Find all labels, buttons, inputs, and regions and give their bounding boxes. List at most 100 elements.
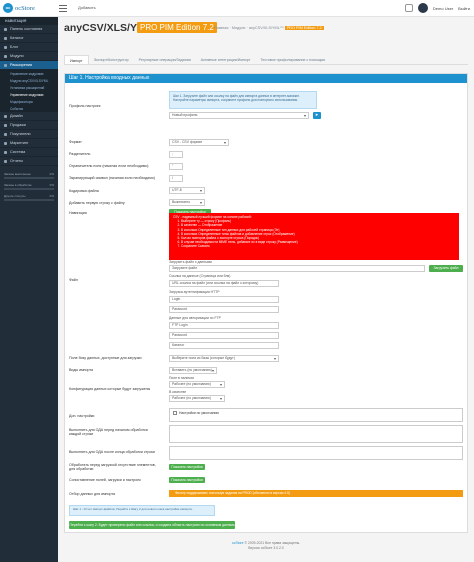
sidebar-item-icon — [4, 150, 7, 154]
encoding-label: Кодировка файла — [69, 189, 99, 193]
sidebar-item[interactable]: Расширения — [0, 61, 58, 70]
before-settings-button[interactable]: Показать настройки — [169, 464, 205, 470]
prefs-checkbox[interactable]: Настройки по умолчанию — [173, 411, 219, 415]
link-input[interactable]: URL ссылка на файл (или ссылка на файл к… — [169, 280, 279, 287]
sidebar-item[interactable]: Каталог — [0, 34, 58, 43]
auth-label: Загрузка аутентификация HTTP — [169, 290, 220, 294]
enclosure-label: Ограничитель поля (начиная если необходи… — [69, 164, 149, 168]
sidebar-item[interactable]: Покупатели — [0, 130, 58, 139]
format-select[interactable]: CSV - CSV формат — [169, 139, 229, 146]
upd-label: Конфигурация данных которые будут загруж… — [69, 387, 151, 391]
tab-item[interactable]: Импорт — [64, 55, 89, 64]
sidebar-stat: Заказы выполнены 0% — [4, 172, 54, 179]
sidebar-stat-bar — [4, 199, 54, 201]
mode-label: Виды импорта — [69, 368, 94, 372]
sidebar-item[interactable]: Модули — [0, 52, 58, 61]
sidebar-subitem[interactable]: Модификаторы — [0, 98, 58, 105]
sidebar-stat-value: 0% — [49, 183, 54, 187]
upload-button[interactable]: Загрузить файл — [429, 265, 463, 272]
enclosure-input[interactable]: " — [169, 163, 183, 170]
breadcrumb-item[interactable]: anyCSV/XLS/YML™ — [249, 26, 284, 30]
sidebar-item-label: Покупатели — [10, 132, 31, 136]
upd-sub1-label: Поле в наличии — [169, 376, 194, 380]
ta2-label: Выполнить для ОДА после конца обработки … — [69, 450, 155, 454]
sidebar-stat-bar — [4, 177, 54, 179]
add-column-label: Добавить первую строку с файлу — [69, 201, 125, 205]
next-step-button[interactable]: Перейти к шагу 2: Будет проверено файл и… — [69, 521, 235, 529]
encoding-select[interactable]: UTF-8 — [169, 187, 205, 194]
tab-item[interactable]: Экспорт/Конструктор — [89, 55, 134, 64]
sidebar-item-label: Модули — [10, 54, 24, 58]
sidebar-stats: Заказы выполнены 0% Заказы в обработке 0% Др… — [4, 172, 54, 201]
add-column-select[interactable]: Выключено — [169, 199, 205, 206]
logo-badge: oc — [3, 3, 13, 13]
ftp-path-input[interactable]: Каталог — [169, 342, 279, 349]
footer-link[interactable]: ocStore — [232, 541, 244, 545]
tab-item[interactable]: Активные интеграции/Импорт — [196, 55, 256, 64]
ftp-login-input[interactable]: FTP Login — [169, 322, 279, 329]
sidebar-subitem[interactable]: Управление модулями — [0, 70, 58, 77]
ta1-textarea[interactable] — [169, 425, 463, 443]
upd-select-1[interactable]: Рабочее (по умолчанию) — [169, 381, 225, 388]
password-input[interactable]: Password — [169, 306, 279, 313]
menu-toggle-icon[interactable] — [58, 3, 68, 13]
sidebar-stat-label: Заказы в обработке — [4, 183, 32, 187]
step-notice: Шаг 1 - Отчет импорт-файлов, Перейти к Ш… — [69, 505, 215, 516]
delimiter-input[interactable]: ; — [169, 151, 183, 158]
ta1-label: Выполнить для ОДА перед началом обработк… — [69, 428, 148, 436]
sidebar-stat-value: 0% — [49, 194, 54, 198]
ta2-textarea[interactable] — [169, 446, 463, 460]
upload-input[interactable]: Загрузите файл — [169, 265, 425, 272]
sidebar-item[interactable]: Маркетинг — [0, 139, 58, 148]
prefs-checkbox-box[interactable] — [173, 411, 177, 415]
user-name[interactable]: Demo User — [433, 6, 453, 11]
sidebar-item-label: Отчеты — [10, 159, 24, 163]
top-bar: oc ocStore Добавить Demo User Выйти — [0, 0, 474, 17]
ftp-label: Данные для авторизации по FTP — [169, 316, 221, 320]
sidebar-item[interactable]: Отчеты — [0, 157, 58, 166]
process-settings-button[interactable]: Показать настройки — [169, 477, 205, 483]
format-notice-item: Сохраните Скачать — [181, 244, 455, 248]
profile-select[interactable]: Новый профиль — [169, 112, 309, 119]
sidebar-item[interactable]: Блог — [0, 43, 58, 52]
sidebar-stat: Заказы в обработке 0% — [4, 183, 54, 190]
before-label: Обработать перед загрузкой отсутствие эл… — [69, 463, 156, 471]
mode-select[interactable]: Вставить (по умолчанию) — [169, 367, 217, 374]
tab-item[interactable]: Регулярные операции/Задания — [134, 55, 196, 64]
info-box: Шаг 1. Загрузите файл или ссылку на файл… — [169, 91, 317, 109]
breadcrumb-item[interactable]: PRO PIM Edition 7.2 — [284, 26, 324, 30]
sidebar-stat-row: Заказы выполнены 0% — [4, 172, 54, 176]
ftp-password-input[interactable]: Password — [169, 332, 279, 339]
escape-input[interactable]: \ — [169, 175, 183, 182]
sidebar-item[interactable]: Дизайн — [0, 112, 58, 121]
avatar[interactable] — [417, 3, 428, 13]
prefs-label: Доп. настройки — [69, 414, 95, 418]
upd-select-2[interactable]: Рабочее (по умолчанию) — [169, 395, 225, 402]
top-link[interactable]: Добавить — [78, 5, 96, 10]
logout-link[interactable]: Выйти — [458, 6, 470, 11]
login-input[interactable]: Login — [169, 296, 279, 303]
fields-select[interactable]: Выберите поля из базы (которые будут) — [169, 355, 279, 362]
sidebar-item-label: Продажи — [10, 123, 26, 127]
format-notice-list: Выберите ту — строку (Профиль)В качестве… — [173, 219, 455, 248]
sidebar-subitem[interactable]: Установка расширений — [0, 84, 58, 91]
bell-icon[interactable] — [404, 4, 413, 12]
footer-version: Версия ocStore 3.0.2.0 — [248, 546, 284, 550]
tab-item[interactable]: Тестовое профилирование с помощью — [255, 55, 330, 64]
delimiter-label: Разделитель — [69, 152, 91, 156]
top-right-group: Demo User Выйти — [404, 3, 470, 13]
sidebar-subitem[interactable]: Модули anyCSV/XLS/YML — [0, 77, 58, 84]
logo[interactable]: oc ocStore — [3, 3, 35, 13]
sidebar-item-icon — [4, 132, 7, 136]
sidebar-subitem[interactable]: Управление модулями — [0, 91, 58, 98]
sidebar-subitem[interactable]: События — [0, 105, 58, 112]
sidebar-item-label: Система — [10, 150, 26, 154]
sidebar: НАВИГАЦИЯ Панель состояния Каталог Блог Мод… — [0, 17, 58, 562]
sidebar-item[interactable]: Система — [0, 148, 58, 157]
sidebar-stat-row: Другие статусы 0% — [4, 194, 54, 198]
breadcrumb-item[interactable]: Модули — [232, 26, 246, 30]
breadcrumb-item[interactable]: Главная — [214, 26, 228, 30]
profile-load-button[interactable]: ▸ — [313, 112, 321, 119]
sidebar-item[interactable]: Панель состояния — [0, 25, 58, 34]
sidebar-item[interactable]: Продажи — [0, 121, 58, 130]
